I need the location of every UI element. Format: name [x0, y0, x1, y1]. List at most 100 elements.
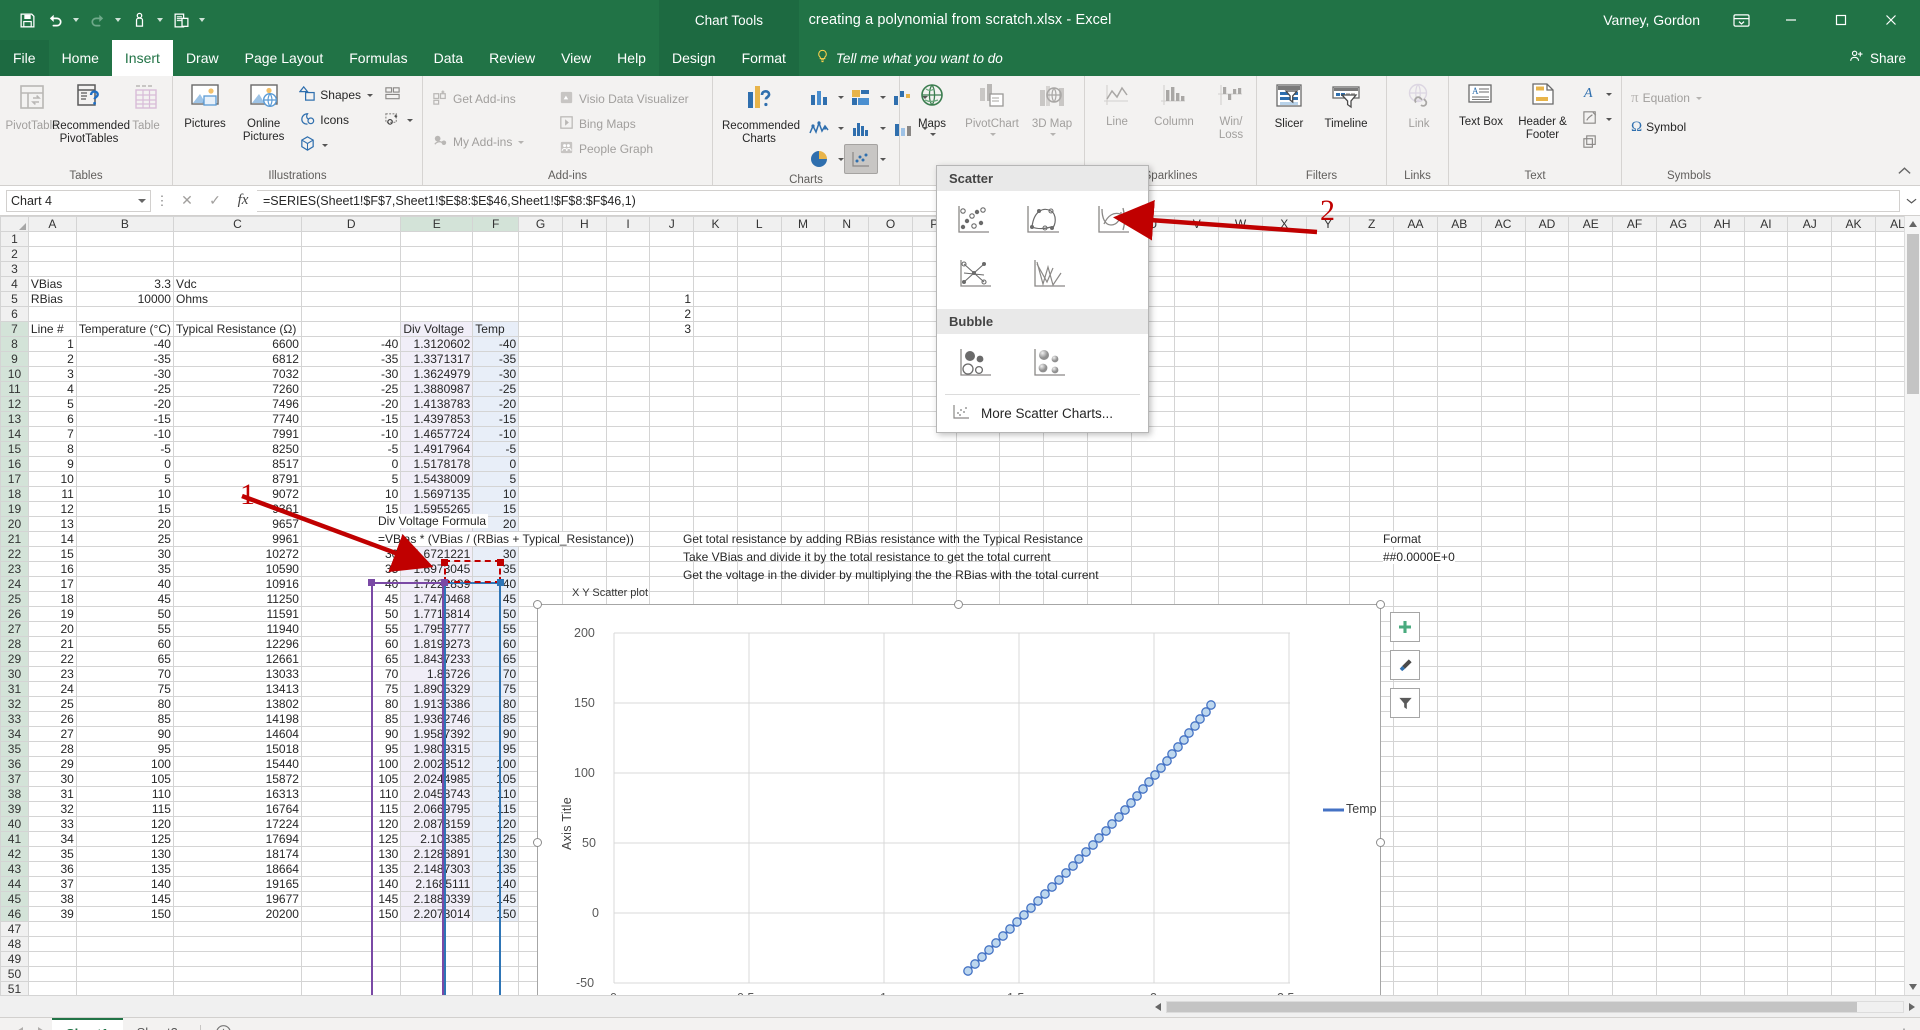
- cell-AF7[interactable]: [1613, 322, 1657, 337]
- row-header-8[interactable]: 8: [1, 337, 29, 352]
- cell-N17[interactable]: [825, 472, 869, 487]
- cell-Z3[interactable]: [1350, 262, 1394, 277]
- cell-I16[interactable]: [606, 457, 650, 472]
- cell-AH4[interactable]: [1700, 277, 1744, 292]
- cell-AJ21[interactable]: [1788, 532, 1832, 547]
- cell-Q18[interactable]: [956, 487, 1000, 502]
- cell-AD4[interactable]: [1525, 277, 1569, 292]
- cell-D14[interactable]: -10: [301, 427, 400, 442]
- cell-AH40[interactable]: [1700, 817, 1744, 832]
- cell-J14[interactable]: [650, 427, 694, 442]
- cell-L14[interactable]: [737, 427, 781, 442]
- cell-A24[interactable]: 17: [28, 577, 76, 592]
- 3d-map-button[interactable]: 3D Map: [1024, 79, 1080, 139]
- cell-O18[interactable]: [869, 487, 913, 502]
- cell-AA7[interactable]: [1394, 322, 1438, 337]
- cell-U22[interactable]: [1131, 547, 1175, 562]
- cell-AE29[interactable]: [1569, 652, 1613, 667]
- cell-F10[interactable]: -30: [473, 367, 519, 382]
- cell-U20[interactable]: [1131, 517, 1175, 532]
- cell-B18[interactable]: 10: [76, 487, 173, 502]
- cell-AK3[interactable]: [1832, 262, 1876, 277]
- cell-A14[interactable]: 7: [28, 427, 76, 442]
- cell-AE45[interactable]: [1569, 892, 1613, 907]
- cell-Y5[interactable]: [1306, 292, 1350, 307]
- cell-AE50[interactable]: [1569, 967, 1613, 982]
- cell-C23[interactable]: 10590: [173, 562, 301, 577]
- name-box-dropdown-icon[interactable]: [138, 199, 146, 203]
- cell-X23[interactable]: [1262, 562, 1306, 577]
- cell-AD47[interactable]: [1525, 922, 1569, 937]
- cell-AB16[interactable]: [1437, 457, 1481, 472]
- smartart-button[interactable]: [379, 83, 418, 107]
- cell-AK24[interactable]: [1832, 577, 1876, 592]
- cell-R18[interactable]: [1000, 487, 1044, 502]
- cell-M9[interactable]: [781, 352, 825, 367]
- cell-Z18[interactable]: [1350, 487, 1394, 502]
- cell-M12[interactable]: [781, 397, 825, 412]
- cell-F35[interactable]: 95: [473, 742, 519, 757]
- cell-AH34[interactable]: [1700, 727, 1744, 742]
- cell-AF41[interactable]: [1613, 832, 1657, 847]
- cell-P17[interactable]: [912, 472, 956, 487]
- cell-X14[interactable]: [1262, 427, 1306, 442]
- cell-Z11[interactable]: [1350, 382, 1394, 397]
- cell-H17[interactable]: [562, 472, 606, 487]
- cell-AK40[interactable]: [1832, 817, 1876, 832]
- statistic-chart-button[interactable]: [844, 113, 878, 143]
- cell-AE32[interactable]: [1569, 697, 1613, 712]
- cell-AA41[interactable]: [1394, 832, 1438, 847]
- cell-AE4[interactable]: [1569, 277, 1613, 292]
- cell-AC31[interactable]: [1481, 682, 1525, 697]
- cell-D35[interactable]: 95: [301, 742, 400, 757]
- cell-C41[interactable]: 17694: [173, 832, 301, 847]
- tab-page-layout[interactable]: Page Layout: [232, 40, 337, 76]
- cell-Y21[interactable]: [1306, 532, 1350, 547]
- cell-A5[interactable]: RBias: [28, 292, 76, 307]
- cell-A11[interactable]: 4: [28, 382, 76, 397]
- screenshot-dropdown-icon[interactable]: [407, 119, 413, 122]
- cell-B30[interactable]: 70: [76, 667, 173, 682]
- signature-line-dropdown-icon[interactable]: [1606, 118, 1612, 121]
- undo-icon[interactable]: [42, 7, 68, 33]
- cell-AG22[interactable]: [1656, 547, 1700, 562]
- cell-E40[interactable]: 2.0878159: [401, 817, 473, 832]
- cell-A45[interactable]: 38: [28, 892, 76, 907]
- cell-F29[interactable]: 65: [473, 652, 519, 667]
- cell-E2[interactable]: [401, 247, 473, 262]
- cell-D27[interactable]: 55: [301, 622, 400, 637]
- cell-B29[interactable]: 65: [76, 652, 173, 667]
- cell-C16[interactable]: 8517: [173, 457, 301, 472]
- cell-A40[interactable]: 33: [28, 817, 76, 832]
- cell-AA6[interactable]: [1394, 307, 1438, 322]
- cell-AK41[interactable]: [1832, 832, 1876, 847]
- cell-N7[interactable]: [825, 322, 869, 337]
- cell-AC1[interactable]: [1481, 232, 1525, 247]
- cell-K17[interactable]: [694, 472, 738, 487]
- row-header-42[interactable]: 42: [1, 847, 29, 862]
- cell-AH50[interactable]: [1700, 967, 1744, 982]
- cell-E32[interactable]: 1.9135386: [401, 697, 473, 712]
- wordart-button[interactable]: A: [1576, 82, 1617, 106]
- row-header-20[interactable]: 20: [1, 517, 29, 532]
- cell-AB27[interactable]: [1437, 622, 1481, 637]
- cell-AI51[interactable]: [1744, 982, 1788, 996]
- cell-AI34[interactable]: [1744, 727, 1788, 742]
- cell-X24[interactable]: [1262, 577, 1306, 592]
- cell-W6[interactable]: [1219, 307, 1263, 322]
- cell-V9[interactable]: [1175, 352, 1219, 367]
- cell-G13[interactable]: [519, 412, 563, 427]
- cell-AA43[interactable]: [1394, 862, 1438, 877]
- cell-AE36[interactable]: [1569, 757, 1613, 772]
- cell-M2[interactable]: [781, 247, 825, 262]
- cell-B32[interactable]: 80: [76, 697, 173, 712]
- cell-AI1[interactable]: [1744, 232, 1788, 247]
- cell-C11[interactable]: 7260: [173, 382, 301, 397]
- cell-D49[interactable]: [301, 952, 400, 967]
- cell-I3[interactable]: [606, 262, 650, 277]
- cell-E8[interactable]: 1.3120602: [401, 337, 473, 352]
- cell-M8[interactable]: [781, 337, 825, 352]
- cell-A20[interactable]: 13: [28, 517, 76, 532]
- tab-draw[interactable]: Draw: [173, 40, 232, 76]
- cell-AF45[interactable]: [1613, 892, 1657, 907]
